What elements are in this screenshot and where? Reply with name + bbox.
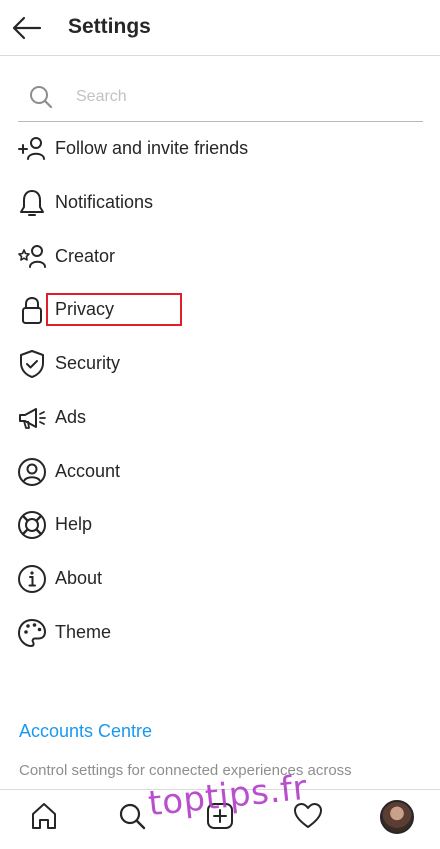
search-bar[interactable] bbox=[18, 72, 423, 122]
menu-item-help[interactable]: Help bbox=[0, 500, 440, 550]
menu-item-label: Creator bbox=[55, 246, 116, 266]
top-bar: Settings bbox=[0, 0, 440, 56]
back-arrow-icon[interactable] bbox=[10, 12, 44, 44]
bell-icon bbox=[20, 190, 44, 216]
lock-icon bbox=[22, 296, 42, 324]
star-person-icon bbox=[18, 245, 46, 268]
lifebuoy-icon bbox=[18, 511, 46, 539]
search-icon bbox=[30, 86, 53, 109]
profile-avatar[interactable] bbox=[380, 800, 414, 834]
page-title: Settings bbox=[68, 15, 151, 38]
menu-item-security[interactable]: Security bbox=[0, 339, 440, 389]
search-nav-icon[interactable] bbox=[116, 800, 148, 832]
home-icon[interactable] bbox=[28, 800, 60, 832]
menu-item-label: Security bbox=[55, 353, 121, 373]
info-icon bbox=[18, 565, 46, 593]
menu-item-label: Notifications bbox=[55, 192, 154, 212]
add-person-icon bbox=[18, 137, 45, 160]
menu-item-creator[interactable]: Creator bbox=[0, 232, 440, 282]
menu-item-privacy[interactable]: Privacy bbox=[0, 285, 440, 335]
accounts-centre-link[interactable]: Accounts Centre bbox=[19, 721, 152, 742]
menu-item-label: Privacy bbox=[55, 299, 115, 319]
menu-item-label: Help bbox=[55, 514, 93, 534]
menu-item-label: Account bbox=[55, 461, 121, 481]
menu-item-label: Ads bbox=[55, 407, 87, 427]
palette-icon bbox=[18, 619, 46, 647]
menu-item-theme[interactable]: Theme bbox=[0, 608, 440, 658]
menu-item-follow-invite[interactable]: Follow and invite friends bbox=[0, 124, 440, 174]
search-input[interactable] bbox=[76, 84, 406, 110]
menu-item-label: Theme bbox=[55, 622, 112, 642]
menu-item-about[interactable]: About bbox=[0, 554, 440, 604]
menu-item-ads[interactable]: Ads bbox=[0, 393, 440, 443]
menu-item-label: Follow and invite friends bbox=[55, 138, 249, 158]
shield-check-icon bbox=[20, 350, 44, 378]
menu-item-account[interactable]: Account bbox=[0, 447, 440, 497]
megaphone-icon bbox=[19, 408, 46, 429]
menu-item-notifications[interactable]: Notifications bbox=[0, 178, 440, 228]
menu-item-label: About bbox=[55, 568, 103, 588]
account-circle-icon bbox=[18, 458, 46, 486]
